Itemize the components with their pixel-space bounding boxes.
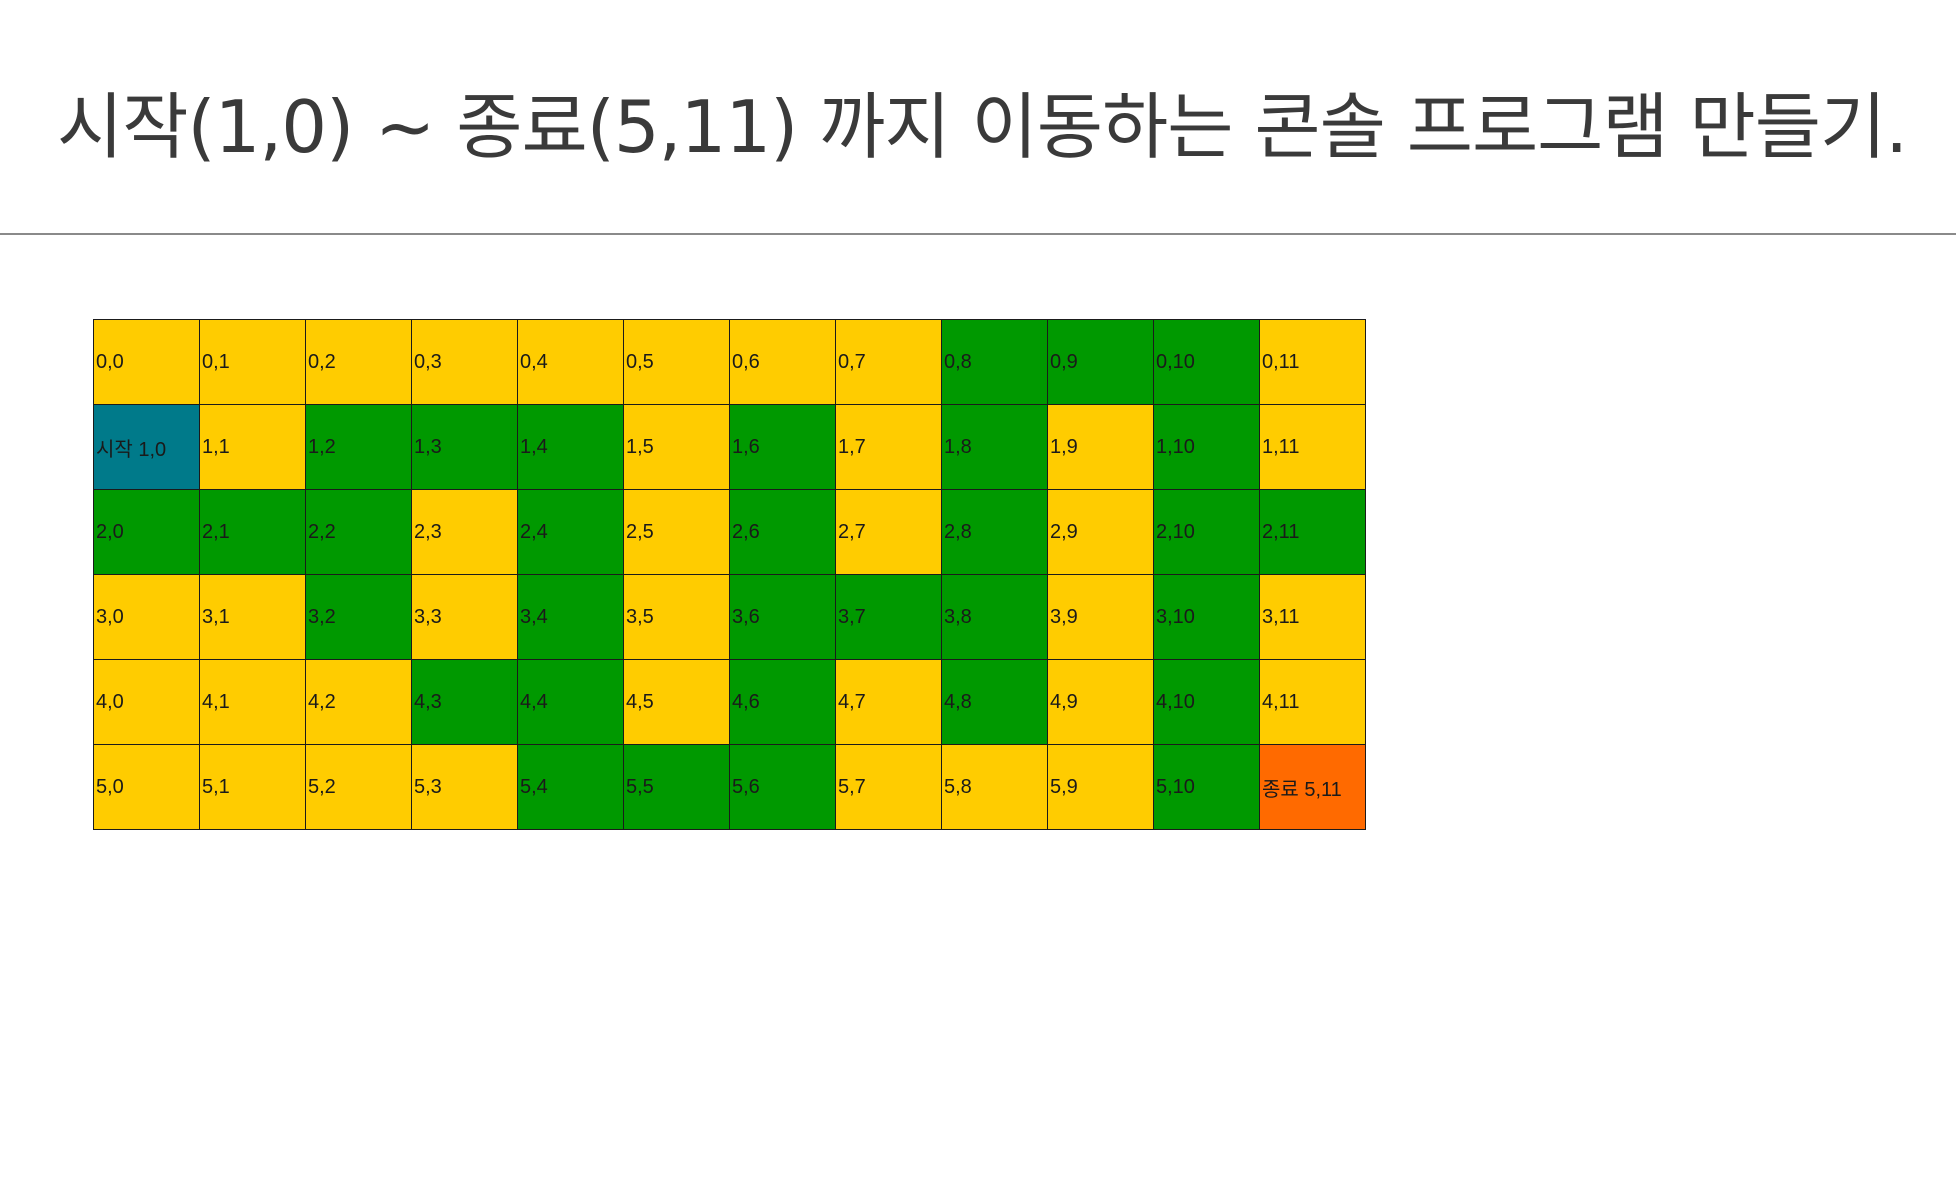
grid-cell-green: 3,4 [517,574,624,660]
grid-cell-yellow: 5,2 [305,744,412,830]
grid-cell-green: 2,4 [517,489,624,575]
grid-cell-green: 1,4 [517,404,624,490]
grid-cell-green: 4,4 [517,659,624,745]
grid-cell-yellow: 3,3 [411,574,518,660]
grid-cell-yellow: 4,0 [93,659,200,745]
title-divider [0,233,1956,235]
grid-cell-yellow: 0,7 [835,319,942,405]
grid-cell-green: 2,11 [1259,489,1366,575]
grid-cell-yellow: 3,11 [1259,574,1366,660]
grid-cell-yellow: 1,5 [623,404,730,490]
grid-row: 5,0 5,1 5,2 5,3 5,4 5,5 5,6 5,7 5,8 5,9 5,10 종료 5,1… [93,744,1366,830]
grid-cell-green: 5,10 [1153,744,1260,830]
grid-row: 시작 1,0 1,1 1,2 1,3 1,4 1,5 1,6 1,7 1,8 1,9 1,10 1,1… [93,404,1366,490]
grid-row: 4,0 4,1 4,2 4,3 4,4 4,5 4,6 4,7 4,8 4,9 4,10 4,11 [93,659,1366,745]
grid-cell-green: 5,5 [623,744,730,830]
grid-cell-yellow: 1,1 [199,404,306,490]
grid-cell-yellow: 5,3 [411,744,518,830]
grid-cell-yellow: 4,9 [1047,659,1154,745]
grid-cell-yellow: 3,9 [1047,574,1154,660]
end-cell: 종료 5,11 [1259,744,1366,830]
grid-row: 3,0 3,1 3,2 3,3 3,4 3,5 3,6 3,7 3,8 3,9 3,10 3,11 [93,574,1366,660]
grid-cell-yellow: 0,2 [305,319,412,405]
grid-cell-green: 4,8 [941,659,1048,745]
grid-cell-green: 4,10 [1153,659,1260,745]
grid-cell-green: 0,8 [941,319,1048,405]
grid-cell-green: 1,8 [941,404,1048,490]
grid-cell-yellow: 3,1 [199,574,306,660]
grid-cell-green: 1,6 [729,404,836,490]
grid-cell-yellow: 5,9 [1047,744,1154,830]
grid-cell-yellow: 3,5 [623,574,730,660]
grid-cell-yellow: 4,1 [199,659,306,745]
start-cell: 시작 1,0 [93,404,200,490]
maze-grid-body: 0,0 0,1 0,2 0,3 0,4 0,5 0,6 0,7 0,8 0,9 0,10 0,11 시작… [93,319,1366,830]
grid-cell-green: 4,6 [729,659,836,745]
grid-cell-yellow: 0,5 [623,319,730,405]
grid-cell-yellow: 0,3 [411,319,518,405]
slide-title: 시작(1,0) ~ 종료(5,11) 까지 이동하는 콘솔 프로그램 만들기. [57,85,1908,169]
grid-cell-yellow: 2,7 [835,489,942,575]
maze-grid: 0,0 0,1 0,2 0,3 0,4 0,5 0,6 0,7 0,8 0,9 0,10 0,11 시작… [93,319,1366,830]
grid-cell-green: 2,8 [941,489,1048,575]
grid-row: 0,0 0,1 0,2 0,3 0,4 0,5 0,6 0,7 0,8 0,9 0,10 0,11 [93,319,1366,405]
grid-cell-green: 4,3 [411,659,518,745]
grid-cell-green: 5,4 [517,744,624,830]
grid-cell-green: 3,6 [729,574,836,660]
grid-cell-yellow: 1,11 [1259,404,1366,490]
grid-cell-green: 3,7 [835,574,942,660]
grid-cell-yellow: 0,11 [1259,319,1366,405]
grid-cell-yellow: 5,7 [835,744,942,830]
grid-cell-green: 2,0 [93,489,200,575]
grid-cell-yellow: 0,0 [93,319,200,405]
grid-cell-yellow: 4,7 [835,659,942,745]
grid-cell-green: 0,10 [1153,319,1260,405]
grid-cell-yellow: 2,3 [411,489,518,575]
grid-cell-yellow: 2,9 [1047,489,1154,575]
grid-cell-green: 3,2 [305,574,412,660]
grid-cell-yellow: 5,1 [199,744,306,830]
grid-cell-green: 1,2 [305,404,412,490]
grid-cell-yellow: 4,11 [1259,659,1366,745]
grid-cell-yellow: 5,0 [93,744,200,830]
grid-row: 2,0 2,1 2,2 2,3 2,4 2,5 2,6 2,7 2,8 2,9 2,10 2,11 [93,489,1366,575]
grid-cell-green: 2,10 [1153,489,1260,575]
grid-cell-yellow: 4,5 [623,659,730,745]
grid-cell-yellow: 0,4 [517,319,624,405]
grid-cell-yellow: 3,0 [93,574,200,660]
grid-cell-green: 3,10 [1153,574,1260,660]
grid-cell-green: 1,10 [1153,404,1260,490]
grid-cell-yellow: 5,8 [941,744,1048,830]
grid-cell-yellow: 0,6 [729,319,836,405]
grid-cell-yellow: 1,7 [835,404,942,490]
grid-cell-green: 1,3 [411,404,518,490]
grid-cell-yellow: 1,9 [1047,404,1154,490]
grid-cell-green: 2,2 [305,489,412,575]
grid-cell-green: 5,6 [729,744,836,830]
grid-cell-yellow: 4,2 [305,659,412,745]
grid-cell-green: 0,9 [1047,319,1154,405]
grid-cell-green: 3,8 [941,574,1048,660]
grid-cell-green: 2,1 [199,489,306,575]
grid-cell-green: 2,6 [729,489,836,575]
grid-cell-yellow: 0,1 [199,319,306,405]
grid-cell-yellow: 2,5 [623,489,730,575]
